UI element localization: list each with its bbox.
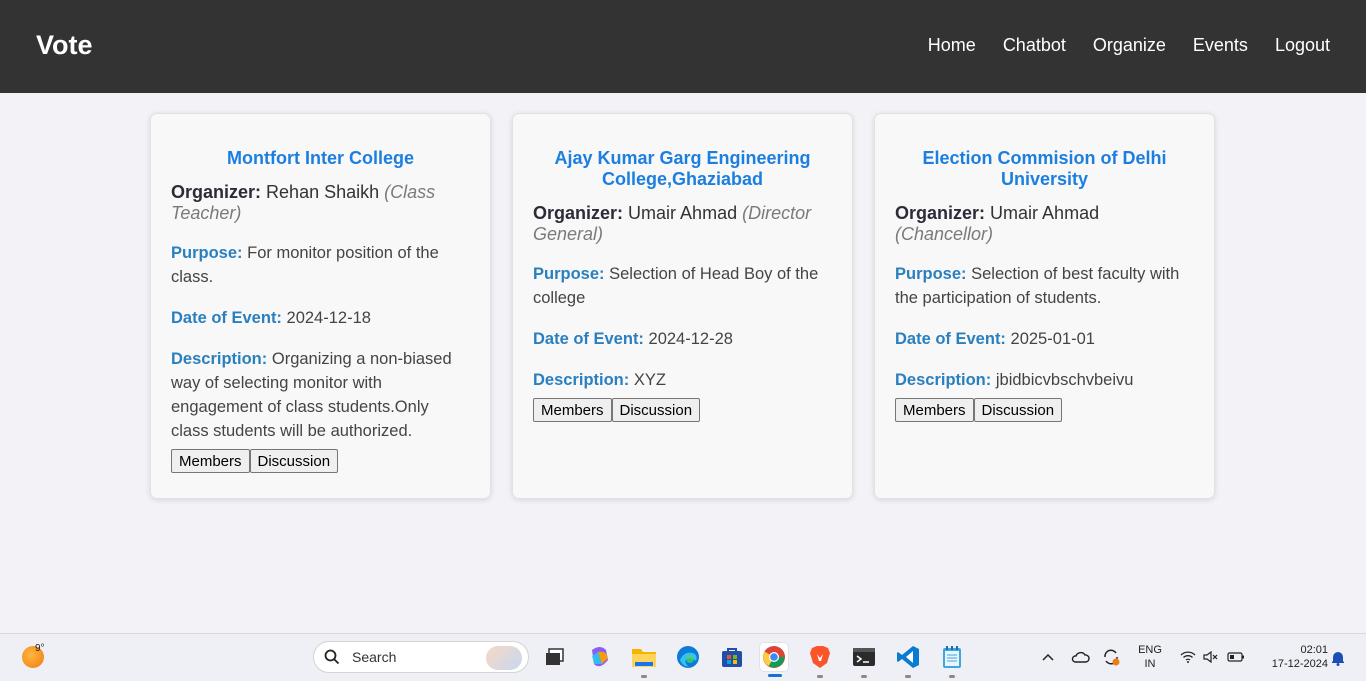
purpose-label: Purpose: <box>171 244 243 262</box>
clock[interactable]: 02:01 17-12-2024 <box>1256 643 1328 671</box>
task-view-icon[interactable] <box>540 642 570 672</box>
description-field: Description: Organizing a non-biased way… <box>171 347 470 443</box>
card-actions: Members Discussion <box>171 449 470 473</box>
nav-chatbot-link[interactable]: Chatbot <box>1003 35 1066 56</box>
card-actions: Members Discussion <box>533 398 832 422</box>
nav-home-link[interactable]: Home <box>928 35 976 56</box>
battery-icon[interactable] <box>1226 649 1246 665</box>
organizer-line: Organizer: Rehan Shaikh (Class Teacher) <box>171 182 470 224</box>
nav-logout-link[interactable]: Logout <box>1275 35 1330 56</box>
date-field: Date of Event: 2024-12-28 <box>533 327 832 351</box>
date-label: Date of Event: <box>533 330 644 348</box>
members-button[interactable]: Members <box>895 398 974 422</box>
event-title: Montfort Inter College <box>227 148 414 168</box>
file-explorer-icon[interactable] <box>629 642 659 678</box>
brave-browser-icon[interactable] <box>805 642 835 678</box>
description-label: Description: <box>533 371 630 389</box>
description-field: Description: jbidbicvbschvbeivu <box>895 368 1194 392</box>
notification-bell-icon[interactable] <box>1330 649 1346 667</box>
date-label: Date of Event: <box>895 330 1006 348</box>
nav-events-link[interactable]: Events <box>1193 35 1248 56</box>
event-title: Ajay Kumar Garg Engineering College,Ghaz… <box>554 148 811 189</box>
organizer-role: (Chancellor) <box>895 224 994 244</box>
organizer-line: Organizer: Umair Ahmad (Director General… <box>533 203 832 245</box>
language-code: ENG <box>1138 644 1162 656</box>
card-actions: Members Discussion <box>895 398 1194 422</box>
discussion-button[interactable]: Discussion <box>249 449 339 473</box>
members-button[interactable]: Members <box>171 449 250 473</box>
purpose-field: Purpose: For monitor position of the cla… <box>171 241 470 289</box>
organizer-name: Rehan Shaikh <box>266 182 380 202</box>
organizer-label: Organizer: <box>895 203 986 223</box>
copilot-icon[interactable] <box>585 642 615 672</box>
members-button[interactable]: Members <box>533 398 612 422</box>
terminal-icon[interactable] <box>849 642 879 678</box>
clock-time: 02:01 <box>1300 644 1328 656</box>
discussion-button[interactable]: Discussion <box>973 398 1063 422</box>
wifi-icon[interactable] <box>1179 649 1197 665</box>
organizer-label: Organizer: <box>533 203 624 223</box>
onedrive-cloud-icon[interactable] <box>1069 648 1091 666</box>
search-placeholder: Search <box>352 649 397 665</box>
weather-temperature: 9° <box>35 643 45 654</box>
event-card: Montfort Inter College Organizer: Rehan … <box>150 113 491 499</box>
chevron-up-icon[interactable] <box>1040 650 1056 664</box>
vscode-icon[interactable] <box>893 642 923 678</box>
nav-links: Home Chatbot Organize Events Logout <box>928 35 1330 56</box>
description-value: jbidbicvbschvbeivu <box>995 371 1134 389</box>
event-title: Election Commision of Delhi University <box>922 148 1167 189</box>
microsoft-store-icon[interactable] <box>717 642 747 672</box>
date-label: Date of Event: <box>171 309 282 327</box>
discussion-button[interactable]: Discussion <box>611 398 701 422</box>
organizer-label: Organizer: <box>171 182 262 202</box>
organizer-name: Umair Ahmad <box>990 203 1100 223</box>
language-indicator[interactable]: ENG IN <box>1134 643 1166 671</box>
nav-organize-link[interactable]: Organize <box>1093 35 1166 56</box>
date-value: 2024-12-18 <box>286 309 371 327</box>
windows-start-icon[interactable] <box>275 646 299 670</box>
purpose-field: Purpose: Selection of Head Boy of the co… <box>533 262 832 310</box>
running-indicator <box>905 675 911 678</box>
running-indicator <box>641 675 647 678</box>
organizer-line: Organizer: Umair Ahmad (Chancellor) <box>895 203 1194 245</box>
description-field: Description: XYZ <box>533 368 832 392</box>
running-indicator <box>861 675 867 678</box>
taskbar-search-box[interactable]: Search <box>313 641 529 673</box>
organizer-name: Umair Ahmad <box>628 203 738 223</box>
date-value: 2025-01-01 <box>1010 330 1095 348</box>
clock-date: 17-12-2024 <box>1271 658 1328 670</box>
event-card: Election Commision of Delhi University O… <box>874 113 1215 499</box>
description-label: Description: <box>895 371 992 389</box>
region-code: IN <box>1144 658 1156 670</box>
chrome-browser-icon[interactable] <box>759 642 789 677</box>
active-indicator <box>768 674 782 677</box>
notepad-icon[interactable] <box>937 642 967 678</box>
purpose-label: Purpose: <box>533 265 605 283</box>
date-field: Date of Event: 2025-01-01 <box>895 327 1194 351</box>
taskbar: 9° Search ENG IN 02:01 17-12-2024 <box>0 633 1366 681</box>
date-value: 2024-12-28 <box>648 330 733 348</box>
event-card: Ajay Kumar Garg Engineering College,Ghaz… <box>512 113 853 499</box>
search-icon <box>324 649 340 665</box>
running-indicator <box>817 675 823 678</box>
purpose-label: Purpose: <box>895 265 967 283</box>
edge-browser-icon[interactable] <box>673 642 703 672</box>
sync-update-icon[interactable] <box>1101 647 1121 667</box>
running-indicator <box>949 675 955 678</box>
brand-logo[interactable]: Vote <box>36 30 93 61</box>
description-label: Description: <box>171 350 268 368</box>
speaker-muted-icon[interactable] <box>1202 649 1220 665</box>
date-field: Date of Event: 2024-12-18 <box>171 306 470 330</box>
event-cards: Montfort Inter College Organizer: Rehan … <box>150 113 1215 499</box>
search-highlight-icon <box>486 646 522 670</box>
description-value: XYZ <box>633 371 666 389</box>
purpose-field: Purpose: Selection of best faculty with … <box>895 262 1194 310</box>
top-navbar: Vote Home Chatbot Organize Events Logout <box>0 0 1366 93</box>
